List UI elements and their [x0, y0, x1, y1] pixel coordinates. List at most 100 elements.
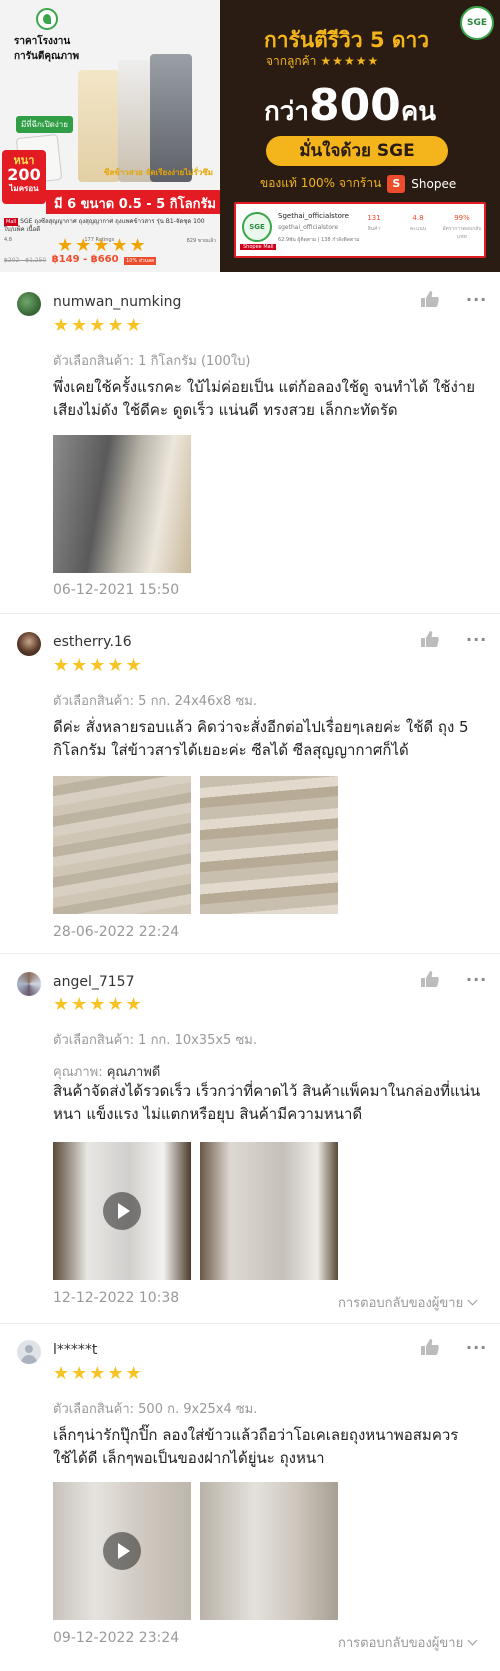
quality-line: คุณภาพ: คุณภาพดี: [53, 1061, 160, 1082]
avatar[interactable]: [17, 972, 41, 996]
avatar[interactable]: [17, 292, 41, 316]
headline-line-2: การันตีคุณภาพ: [14, 51, 80, 62]
review-item: l*****t ··· ★★★★★ ตัวเลือกสินค้า: 500 ก.…: [0, 1324, 500, 1671]
chevron-down-icon: [467, 1295, 478, 1306]
review-date: 09-12-2022 23:24: [53, 1630, 180, 1646]
variation-label: ตัวเลือกสินค้า: 1 กก. 10x35x5 ซม.: [53, 1033, 257, 1048]
review-item: angel_7157 ··· ★★★★★ ตัวเลือกสินค้า: 1 ก…: [0, 954, 500, 1324]
rating-stars: ★★★★★: [53, 1363, 144, 1384]
banner-product-image: ราคาโรงงาน การันตีคุณภาพ มีที่ฉีกเปิดง่า…: [0, 0, 220, 272]
shopee-mall-tag: Shopee Mall: [240, 244, 277, 250]
sold-count: 829 ขายแล้ว: [186, 238, 216, 244]
more-options-icon[interactable]: ···: [466, 630, 487, 649]
store-chat-value: 99%: [454, 214, 470, 222]
review-date: 12-12-2022 10:38: [53, 1290, 180, 1306]
review-text: ดีค่ะ สั่งหลายรอบแล้ว คิดว่าจะสั่งอีกต่อ…: [53, 718, 469, 759]
promo-subtitle: จากลูกค้า ★★★★★: [266, 52, 379, 71]
seal-note: ซีลข้าวสวย จัดเรียงง่ายไม่รั่วซึม: [104, 168, 214, 177]
review-photo[interactable]: [200, 1142, 338, 1280]
store-name: Sgethai_officialstore: [278, 212, 349, 220]
store-products-stat: 131 สินค้า: [352, 214, 396, 233]
quality-label: คุณภาพ:: [53, 1065, 103, 1080]
review-username[interactable]: estherry.16: [53, 634, 132, 650]
play-icon[interactable]: [103, 1532, 141, 1570]
product-title-text: SGE ถุงซีลสุญญากาศ ถุงสุญญากาศ ถุงแพคข้า…: [4, 218, 205, 233]
thumbs-up-icon[interactable]: [420, 290, 440, 308]
review-date: 06-12-2021 15:50: [53, 582, 180, 598]
review-photo[interactable]: [200, 776, 338, 914]
thickness-value: 200: [7, 165, 41, 184]
promo-stars: ★★★★★: [320, 54, 380, 68]
review-photo[interactable]: [53, 776, 191, 914]
review-text: สินค้าจัดส่งได้รวดเร็ว เร็วกว่าที่คาดไว้…: [53, 1082, 481, 1123]
seller-reply-label: การตอบกลับของผู้ขาย: [338, 1636, 464, 1651]
promo-count: กว่า800คน: [264, 80, 436, 132]
review-photo[interactable]: [53, 435, 191, 573]
review-photo[interactable]: [200, 1482, 338, 1620]
seller-reply-label: การตอบกลับของผู้ขาย: [338, 1296, 464, 1311]
review-username[interactable]: l*****t: [53, 1342, 97, 1358]
review-username[interactable]: numwan_numking: [53, 294, 181, 310]
review-video[interactable]: [53, 1482, 191, 1620]
store-products-label: สินค้า: [367, 226, 381, 232]
review-text: พึ่งเคยใช้ครั้งแรกคะ ใบ้ไม่ค่อยเป็น แต่ก…: [53, 378, 476, 419]
variation-label: ตัวเลือกสินค้า: 1 กิโลกรัม (100ใบ): [53, 354, 251, 369]
seller-reply-toggle[interactable]: การตอบกลับของผู้ขาย: [338, 1292, 478, 1313]
store-chat-stat: 99% อัตราการตอบกลับแชท: [440, 214, 484, 241]
product-price: ฿202 - ฿1,250 ฿149 - ฿660 10% ส่วนลด: [4, 254, 157, 265]
shopee-bag-icon: S: [387, 174, 406, 193]
rating-stars: ★★★★★: [53, 315, 144, 336]
promo-pill: มั่นใจด้วย SGE: [266, 136, 448, 166]
store-rating-stat: 4.8 คะแนน: [396, 214, 440, 233]
quality-value: คุณภาพดี: [106, 1065, 161, 1080]
sizes-strip: มี 6 ขนาด 0.5 - 5 กิโลกรัม: [46, 190, 220, 214]
more-options-icon[interactable]: ···: [466, 970, 487, 989]
promo-subtitle-text: จากลูกค้า: [266, 54, 317, 68]
review-username[interactable]: angel_7157: [53, 974, 134, 990]
sge-logo-icon: SGE: [460, 6, 494, 40]
review-video[interactable]: [53, 1142, 191, 1280]
store-card: SGE Shopee Mall Sgethai_officialstore sg…: [234, 202, 486, 258]
discount-badge: 10% ส่วนลด: [124, 257, 157, 265]
banner-promo: SGE การันตีรีวิว 5 ดาว จากลูกค้า ★★★★★ กว…: [220, 0, 500, 272]
store-logo: SGE: [242, 212, 272, 242]
promo-count-number: 800: [308, 80, 401, 131]
product-rating: 4.8 ★★★★★: [4, 237, 146, 255]
store-products-value: 131: [367, 214, 381, 222]
authentic-line: ของแท้ 100% จากร้าน S Shopee: [260, 174, 456, 193]
rating-stars: ★★★★★: [53, 994, 144, 1015]
review-item: numwan_numking ··· ★★★★★ ตัวเลือกสินค้า:…: [0, 272, 500, 614]
review-item: estherry.16 ··· ★★★★★ ตัวเลือกสินค้า: 5 …: [0, 614, 500, 954]
product-title: Mall SGE ถุงซีลสุญญากาศ ถุงสุญญากาศ ถุงแพ…: [4, 218, 214, 234]
more-options-icon[interactable]: ···: [466, 1338, 487, 1357]
thumbs-up-icon[interactable]: [420, 970, 440, 988]
store-rating-value: 4.8: [412, 214, 424, 222]
store-rating-label: คะแนน: [409, 226, 427, 232]
play-icon[interactable]: [103, 1192, 141, 1230]
rating-stars: ★★★★★: [57, 235, 148, 256]
headline-line-1: ราคาโรงงาน: [14, 36, 71, 47]
shopee-label: Shopee: [411, 176, 457, 191]
thickness-unit: ไมครอน: [9, 184, 39, 193]
thumbs-up-icon[interactable]: [420, 1338, 440, 1356]
variation-label: ตัวเลือกสินค้า: 500 ก. 9x25x4 ซม.: [53, 1402, 258, 1417]
review-text: เล็กๆน่ารักปุ๊กปิ๊ก ลองใส่ข้าวแล้วถือว่า…: [53, 1426, 459, 1467]
seller-reply-toggle[interactable]: การตอบกลับของผู้ขาย: [338, 1632, 478, 1653]
store-handle: sgethai_officialstore: [278, 224, 339, 231]
authentic-text: ของแท้ 100% จากร้าน: [260, 176, 382, 190]
price-current: ฿149 - ฿660: [51, 254, 119, 265]
brand-logo-icon: [36, 8, 58, 30]
rating-value: 4.8: [4, 237, 12, 243]
bag-image: [150, 54, 192, 182]
product-banner: ราคาโรงงาน การันตีคุณภาพ มีที่ฉีกเปิดง่า…: [0, 0, 500, 272]
mall-badge: Mall: [4, 218, 19, 226]
product-meta: 4.8 ★★★★★ 177 Ratings 829 ขายแล้ว: [4, 237, 216, 255]
price-old: ฿202 - ฿1,250: [4, 257, 47, 264]
avatar[interactable]: [17, 1340, 41, 1364]
more-options-icon[interactable]: ···: [466, 290, 487, 309]
thumbs-up-icon[interactable]: [420, 630, 440, 648]
tear-tag: มีที่ฉีกเปิดง่าย: [16, 116, 73, 133]
store-followers: 62.9พัน ผู้ติดตาม | 138 กำลังติดตาม: [278, 237, 360, 243]
avatar[interactable]: [17, 632, 41, 656]
promo-count-suffix: คน: [400, 97, 436, 127]
